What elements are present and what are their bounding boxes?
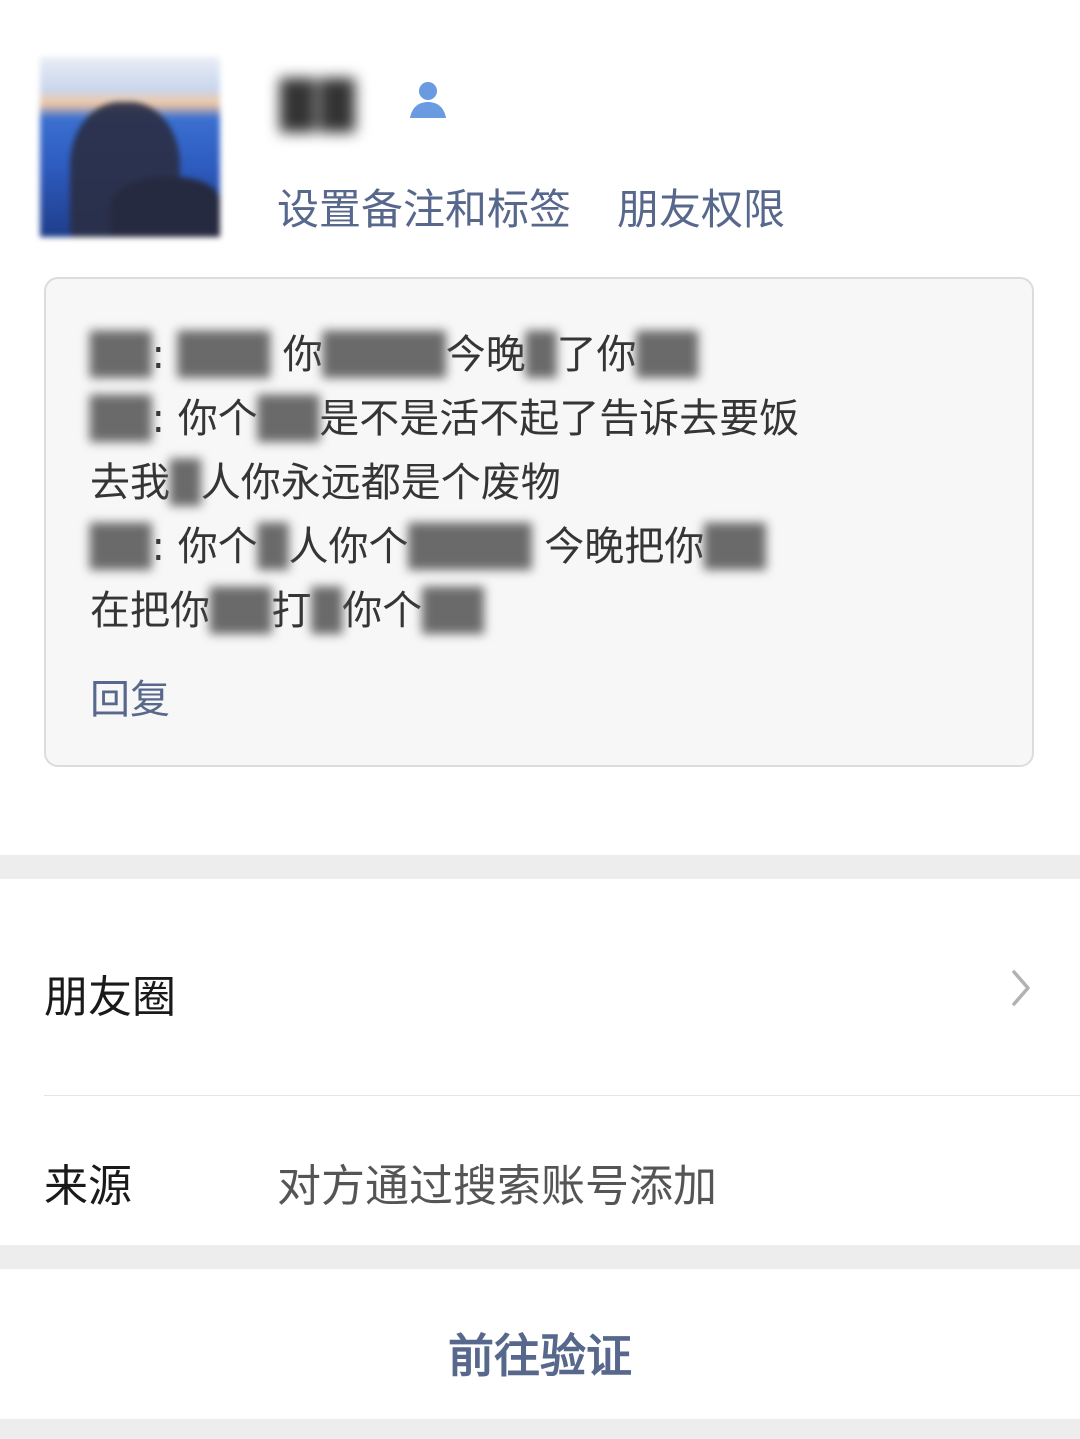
bottom-divider (0, 1419, 1080, 1439)
reply-link[interactable]: 回复 (90, 667, 170, 725)
message-line: ██: 你个█人你个████ 今晚把你██ (90, 515, 990, 579)
masked-text: █ (311, 588, 343, 634)
source-value: 对方通过搜索账号添加 (277, 1161, 717, 1212)
verify-button[interactable]: 前往验证 (442, 1319, 638, 1387)
masked-text: █ (525, 332, 557, 378)
profile-actions: 设置备注和标签 朋友权限 (277, 176, 785, 237)
moments-row[interactable]: 朋友圈 (0, 879, 1080, 1095)
masked-text: ██ (422, 588, 484, 634)
moments-label: 朋友圈 (44, 972, 176, 1023)
masked-text: ██ (636, 332, 699, 378)
message-text: 了你 (556, 332, 637, 378)
verify-row: 前往验证 (0, 1269, 1080, 1419)
message-text: 在把你 (90, 588, 210, 634)
masked-text: ██ (210, 588, 272, 634)
section-divider (0, 1245, 1080, 1269)
masked-text: ████ (408, 524, 532, 570)
message-text: 你 (282, 332, 323, 378)
source-row: 来源 对方通过搜索账号添加 (0, 1096, 1080, 1245)
masked-text: █ (170, 460, 201, 506)
message-line: 去我█人你永远都是个废物 (90, 451, 990, 515)
message-text: 今晚把你 (531, 524, 705, 570)
message-text: 人你永远都是个废物 (200, 460, 561, 506)
message-text: : 你个 (151, 396, 258, 442)
avatar[interactable] (40, 57, 220, 237)
masked-text: █ (257, 524, 289, 570)
avatar-figure-lower (110, 177, 220, 237)
message-text: 去我 (90, 460, 170, 506)
contact-name: ██ (280, 78, 359, 132)
message-text: : (151, 332, 178, 378)
message-text: 人你个 (288, 524, 409, 570)
message-line: ██: ███ 你████今晚█了你██ (90, 323, 990, 387)
source-label: 来源 (44, 1161, 132, 1212)
masked-text: ██ (90, 332, 152, 378)
masked-text: ██ (90, 396, 152, 442)
masked-text: ██ (704, 524, 766, 570)
message-text: 你个 (342, 588, 423, 634)
chevron-right-icon (1012, 970, 1030, 1006)
masked-text: ██ (257, 396, 320, 442)
message-text: : 你个 (151, 524, 258, 570)
masked-text: ███ (177, 332, 283, 378)
masked-text: ████ (322, 332, 446, 378)
section-divider (0, 855, 1080, 879)
friend-permissions-link[interactable]: 朋友权限 (617, 176, 785, 237)
message-text: 今晚 (445, 332, 526, 378)
profile-header: ██ 设置备注和标签 朋友权限 ██: ███ 你████今晚█了你██ ██: … (0, 0, 1080, 855)
message-text: 是不是活不起了告诉去要饭 (319, 396, 800, 442)
set-remark-tags-link[interactable]: 设置备注和标签 (277, 176, 571, 237)
masked-text: ██ (90, 524, 152, 570)
contact-person-icon (410, 82, 446, 118)
message-text: 打 (271, 588, 312, 634)
message-lines: ██: ███ 你████今晚█了你██ ██: 你个██是不是活不起了告诉去要饭… (90, 323, 990, 643)
message-box: ██: ███ 你████今晚█了你██ ██: 你个██是不是活不起了告诉去要饭… (44, 277, 1034, 767)
message-line: ██: 你个██是不是活不起了告诉去要饭 (90, 387, 990, 451)
message-line: 在把你██打█你个██ (90, 579, 990, 643)
